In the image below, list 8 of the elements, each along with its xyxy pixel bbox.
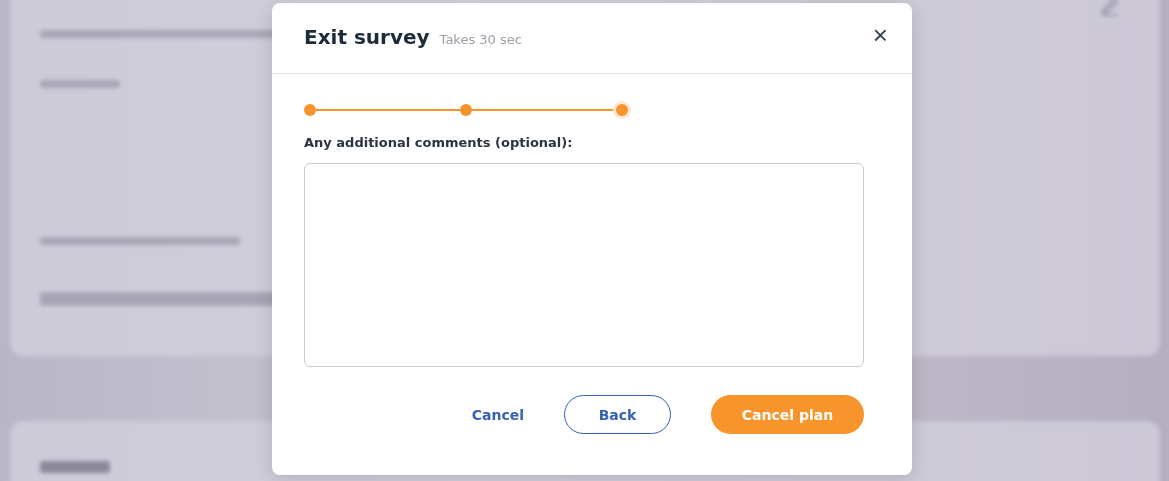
cancel-link[interactable]: Cancel: [471, 395, 524, 434]
question-label: Any additional comments (optional):: [304, 135, 574, 150]
comment-field[interactable]: [304, 163, 864, 367]
close-button[interactable]: ×: [872, 25, 888, 45]
blurred-text-placeholder: [40, 461, 110, 473]
dialog-title: Exit survey: [304, 25, 430, 49]
back-button[interactable]: Back: [564, 395, 671, 434]
dialog-subtitle: Takes 30 sec: [439, 32, 522, 47]
